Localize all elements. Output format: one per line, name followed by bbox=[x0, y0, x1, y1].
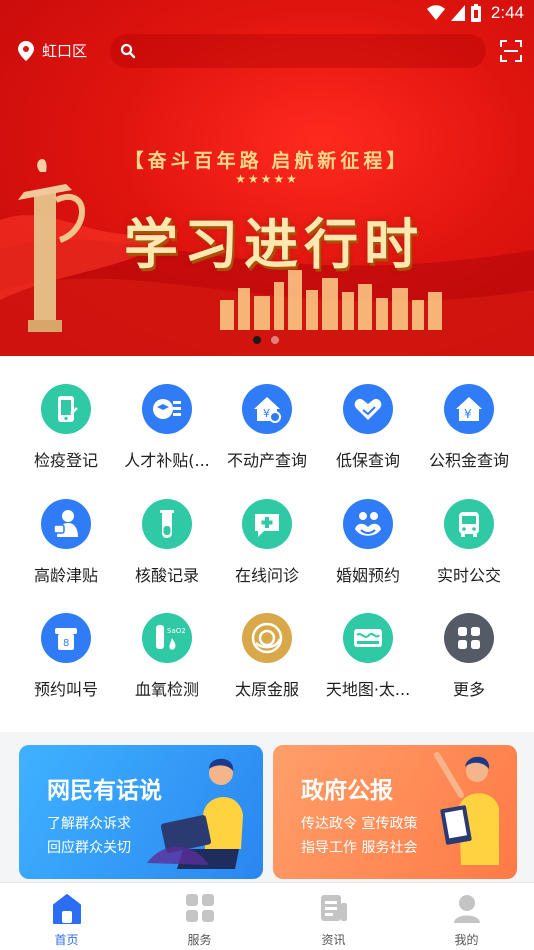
person-clipboard-illustration bbox=[434, 752, 499, 865]
nav-services[interactable]: 服务 bbox=[133, 883, 266, 950]
location-pin-icon bbox=[18, 40, 34, 61]
card-gov-bulletin[interactable]: 政府公报 传达政令 宣传政策 指导工作 服务社会 bbox=[273, 745, 517, 879]
status-bar: 2:44 bbox=[0, 0, 534, 28]
elderly-icon bbox=[41, 499, 91, 549]
card-line: 回应群众关切 bbox=[47, 840, 131, 856]
status-time: 2:44 bbox=[490, 3, 524, 22]
home-icon bbox=[53, 894, 81, 924]
service-label: 婚姻预约 bbox=[335, 566, 400, 585]
svg-text:SaO2: SaO2 bbox=[167, 627, 186, 635]
service-label: 公积金查询 bbox=[428, 451, 509, 470]
service-label: 在线问诊 bbox=[234, 566, 299, 585]
wifi-icon bbox=[426, 5, 445, 20]
svg-text:8: 8 bbox=[63, 638, 69, 649]
service-item-elderly-allowance[interactable]: 高龄津贴 bbox=[16, 499, 116, 599]
queue-ticket-icon: 8 bbox=[41, 613, 91, 663]
service-label: 更多 bbox=[452, 680, 485, 699]
carousel-dots bbox=[253, 336, 279, 344]
card-title: 网民有话说 bbox=[47, 778, 162, 804]
bottom-nav: 首页 服务 资讯 我的 bbox=[0, 882, 534, 950]
heart-hand-icon bbox=[343, 384, 393, 434]
service-item-more[interactable]: 更多 bbox=[419, 613, 519, 713]
location-label: 虹口区 bbox=[42, 43, 88, 60]
finance-coin-icon bbox=[242, 613, 292, 663]
battery-icon bbox=[470, 4, 481, 22]
service-item-taiyuan-finance[interactable]: 太原金服 bbox=[217, 613, 317, 713]
nav-news[interactable]: 资讯 bbox=[267, 883, 400, 950]
search-bar[interactable] bbox=[110, 34, 486, 68]
carousel-dot-active[interactable] bbox=[253, 336, 261, 344]
person-laptop-illustration bbox=[147, 758, 243, 869]
service-item-quarantine[interactable]: 检疫登记 bbox=[16, 384, 116, 484]
service-label: 核酸记录 bbox=[134, 566, 199, 585]
service-item-property[interactable]: ¥ 不动产查询 bbox=[217, 384, 317, 484]
news-icon bbox=[321, 895, 347, 921]
service-item-marriage[interactable]: 婚姻预约 bbox=[318, 499, 418, 599]
medical-chat-icon bbox=[242, 499, 292, 549]
service-item-housing-fund[interactable]: ¥ 公积金查询 bbox=[419, 384, 519, 484]
card-line: 了解群众诉求 bbox=[47, 816, 131, 832]
service-label: 低保查询 bbox=[335, 451, 400, 470]
service-label: 检疫登记 bbox=[33, 451, 98, 470]
nav-profile[interactable]: 我的 bbox=[400, 883, 533, 950]
profile-icon bbox=[454, 895, 480, 923]
card-netizen-voice[interactable]: 网民有话说 了解群众诉求 回应群众关切 bbox=[19, 745, 263, 879]
phone-register-icon bbox=[41, 384, 91, 434]
services-grid-icon bbox=[186, 894, 214, 922]
search-icon bbox=[120, 43, 136, 59]
service-label: 太原金服 bbox=[234, 680, 299, 699]
map-world-icon bbox=[343, 613, 393, 663]
search-input[interactable] bbox=[144, 34, 474, 68]
graduation-cap-icon bbox=[142, 384, 192, 434]
svg-text:¥: ¥ bbox=[263, 407, 270, 420]
property-yuan-icon: ¥ bbox=[242, 384, 292, 434]
service-item-tianditu[interactable]: 天地图·太... bbox=[318, 613, 418, 713]
carousel-dot[interactable] bbox=[271, 336, 279, 344]
service-item-blood-oxygen[interactable]: SaO2 血氧检测 bbox=[117, 613, 217, 713]
signal-icon bbox=[450, 5, 465, 21]
service-label: 高龄津贴 bbox=[33, 566, 98, 585]
more-grid-icon bbox=[444, 613, 494, 663]
nav-label: 我的 bbox=[454, 933, 479, 947]
banner-header: 2:44 虹口区 【奋斗百年路 启航新征程】 ★★★★★ 学习进行时 bbox=[0, 0, 534, 356]
nav-label: 资讯 bbox=[321, 933, 346, 947]
service-label: 天地图·太... bbox=[325, 680, 411, 699]
top-bar: 虹口区 bbox=[0, 32, 534, 72]
service-label: 实时公交 bbox=[436, 566, 501, 585]
blood-oxygen-icon: SaO2 bbox=[142, 613, 192, 663]
svg-text:¥: ¥ bbox=[464, 407, 472, 421]
nav-label: 首页 bbox=[54, 933, 79, 947]
couple-icon bbox=[343, 499, 393, 549]
service-item-realtime-bus[interactable]: 实时公交 bbox=[419, 499, 519, 599]
service-label: 血氧检测 bbox=[134, 680, 199, 699]
service-item-queue-number[interactable]: 8 预约叫号 bbox=[16, 613, 116, 713]
banner-headline[interactable]: 学习进行时 bbox=[124, 200, 424, 279]
nav-home[interactable]: 首页 bbox=[0, 883, 133, 950]
service-label: 预约叫号 bbox=[33, 680, 98, 699]
service-item-talent-subsidy[interactable]: 人才补贴(... bbox=[117, 384, 217, 484]
service-item-online-consult[interactable]: 在线问诊 bbox=[217, 499, 317, 599]
banner-stars: ★★★★★ bbox=[235, 172, 299, 186]
feature-cards: 网民有话说 了解群众诉求 回应群众关切 政府公报 传达政令 宣传政策 指导工作 … bbox=[0, 732, 534, 882]
nav-label: 服务 bbox=[187, 933, 212, 947]
card-title: 政府公报 bbox=[301, 778, 393, 804]
service-label: 不动产查询 bbox=[226, 451, 307, 470]
house-yuan-icon: ¥ bbox=[444, 384, 494, 434]
test-tube-icon bbox=[142, 499, 192, 549]
location-selector[interactable]: 虹口区 bbox=[18, 40, 87, 61]
banner-slogan: 【奋斗百年路 启航新征程】 bbox=[124, 151, 410, 172]
scan-icon[interactable] bbox=[500, 40, 522, 62]
card-line: 传达政令 宣传政策 bbox=[301, 816, 418, 832]
card-line: 指导工作 服务社会 bbox=[301, 840, 418, 856]
bus-icon bbox=[444, 499, 494, 549]
service-item-nucleic-acid[interactable]: 核酸记录 bbox=[117, 499, 217, 599]
service-label: 人才补贴(... bbox=[124, 451, 210, 470]
service-grid: 检疫登记 人才补贴(... ¥ 不动产查询 低保查询 ¥ 公积金查询 高龄津贴 bbox=[0, 356, 534, 732]
service-item-low-income[interactable]: 低保查询 bbox=[318, 384, 418, 484]
